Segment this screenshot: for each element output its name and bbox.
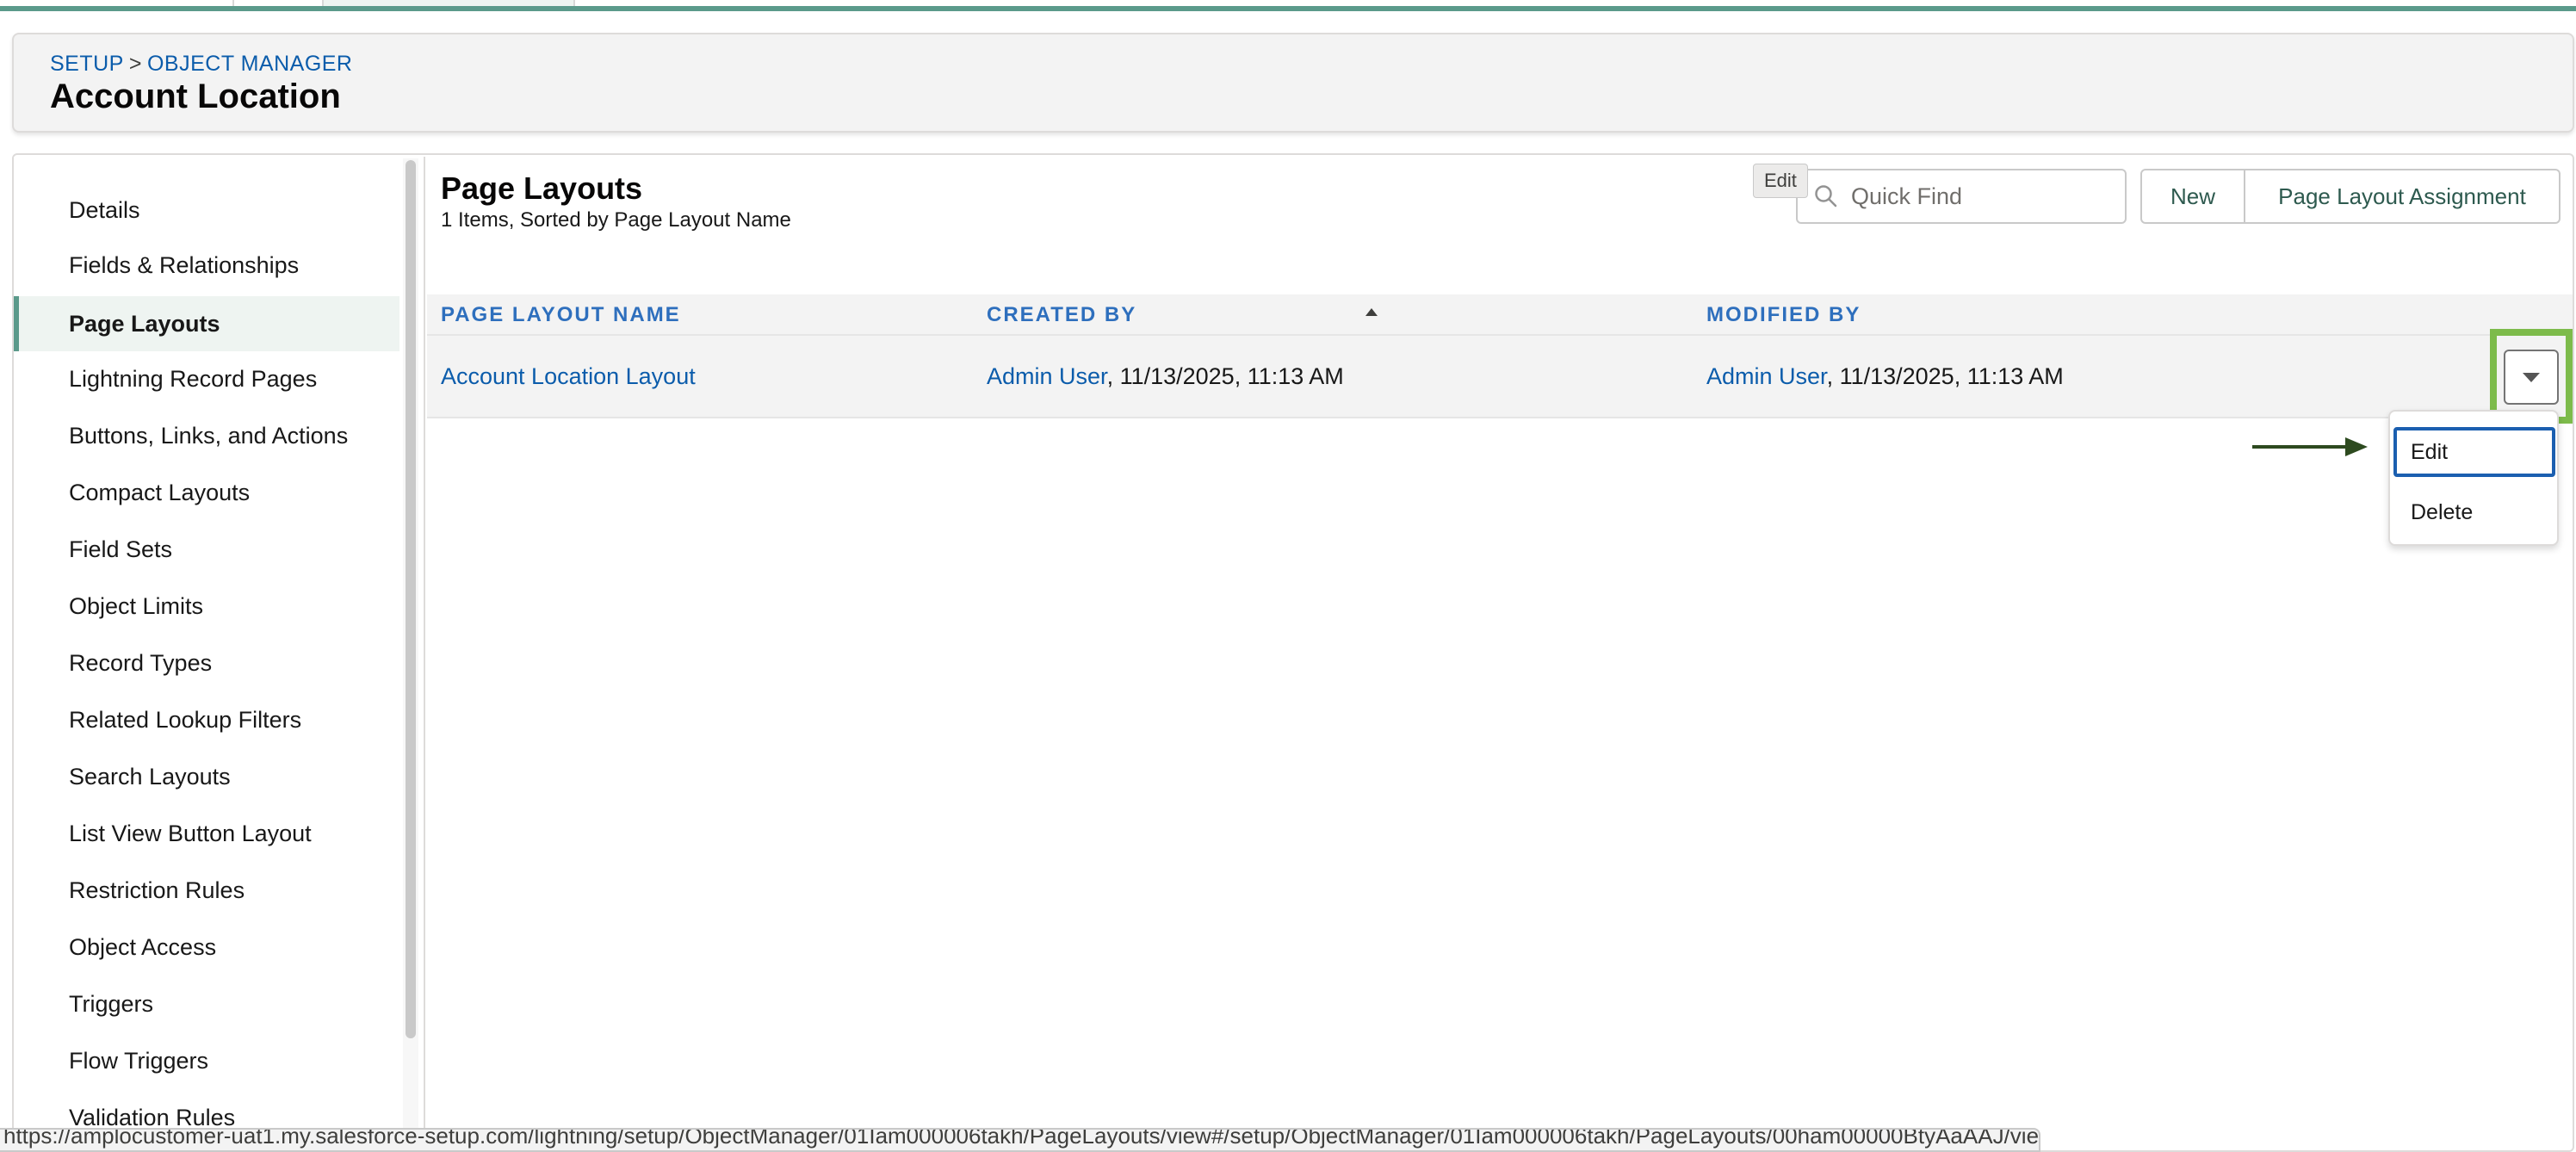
menu-item-delete[interactable]: Delete — [2393, 487, 2555, 537]
sidebar-item-list-view-button-layout[interactable]: List View Button Layout — [14, 806, 399, 861]
page-title: Account Location — [50, 77, 341, 115]
sidebar-item-record-types[interactable]: Record Types — [14, 635, 399, 691]
row-actions-button[interactable] — [2504, 350, 2559, 405]
breadcrumb-separator: > — [128, 52, 142, 76]
sidebar-item-field-sets[interactable]: Field Sets — [14, 522, 399, 577]
row-actions-menu: Edit Delete — [2388, 410, 2559, 546]
top-accent-line — [0, 6, 2576, 11]
browser-top-strip — [0, 0, 2576, 12]
sidebar-divider — [424, 157, 425, 1152]
table-row: Account Location Layout Admin User, 11/1… — [427, 336, 2573, 418]
sort-ascending-icon[interactable] — [1365, 308, 1378, 316]
sidebar-item-fields-relationships[interactable]: Fields & Relationships — [14, 238, 399, 293]
sidebar-item-triggers[interactable]: Triggers — [14, 976, 399, 1031]
sidebar-scrollbar[interactable] — [403, 158, 418, 1152]
breadcrumb-object-manager-link[interactable]: OBJECT MANAGER — [147, 52, 353, 76]
quick-find-field[interactable] — [1796, 169, 2127, 224]
sidebar-item-buttons-links-actions[interactable]: Buttons, Links, and Actions — [14, 408, 399, 463]
edit-tooltip: Edit — [1753, 164, 1808, 198]
sidebar-item-object-limits[interactable]: Object Limits — [14, 579, 399, 634]
content-subtitle: 1 Items, Sorted by Page Layout Name — [441, 208, 791, 232]
column-header-created-by[interactable]: CREATED BY — [987, 303, 1136, 327]
sidebar-item-restriction-rules[interactable]: Restriction Rules — [14, 863, 399, 918]
sidebar-item-object-access[interactable]: Object Access — [14, 920, 399, 975]
chevron-down-icon — [2523, 372, 2540, 382]
layout-name-cell: Account Location Layout — [441, 363, 696, 390]
sidebar-item-lightning-record-pages[interactable]: Lightning Record Pages — [14, 351, 399, 406]
created-by-cell: Admin User, 11/13/2025, 11:13 AM — [987, 363, 1344, 390]
page-layout-assignment-button[interactable]: Page Layout Assignment — [2245, 169, 2561, 224]
quick-find-input[interactable] — [1851, 183, 2109, 210]
status-bar-url: https://amplocustomer-uat1.my.salesforce… — [0, 1128, 2040, 1152]
breadcrumb-setup-link[interactable]: SETUP — [50, 52, 124, 76]
menu-item-edit[interactable]: Edit — [2393, 427, 2555, 477]
column-header-modified-by[interactable]: MODIFIED BY — [1706, 303, 1861, 327]
header-button-group: New Page Layout Assignment — [2140, 169, 2561, 224]
sidebar-item-related-lookup-filters[interactable]: Related Lookup Filters — [14, 692, 399, 747]
column-header-page-layout-name[interactable]: PAGE LAYOUT NAME — [441, 303, 681, 327]
modified-by-user-link[interactable]: Admin User — [1706, 363, 1827, 389]
sidebar-item-page-layouts[interactable]: Page Layouts — [14, 296, 399, 351]
sidebar-item-search-layouts[interactable]: Search Layouts — [14, 749, 399, 804]
created-by-user-link[interactable]: Admin User — [987, 363, 1107, 389]
modified-by-date: , 11/13/2025, 11:13 AM — [1826, 363, 2064, 389]
content-title: Page Layouts — [441, 170, 643, 206]
table-header: PAGE LAYOUT NAME CREATED BY MODIFIED BY — [427, 294, 2573, 336]
sidebar-item-flow-triggers[interactable]: Flow Triggers — [14, 1033, 399, 1088]
created-by-date: , 11/13/2025, 11:13 AM — [1106, 363, 1344, 389]
breadcrumb: SETUP > OBJECT MANAGER — [50, 52, 353, 77]
page-header: SETUP > OBJECT MANAGER Account Location — [12, 33, 2574, 133]
sidebar: Details Fields & Relationships Page Layo… — [14, 157, 399, 1152]
modified-by-cell: Admin User, 11/13/2025, 11:13 AM — [1706, 363, 2064, 390]
new-button[interactable]: New — [2140, 169, 2245, 224]
layout-name-link[interactable]: Account Location Layout — [441, 363, 696, 389]
scrollbar-thumb[interactable] — [406, 160, 416, 1038]
sidebar-item-compact-layouts[interactable]: Compact Layouts — [14, 465, 399, 520]
search-icon — [1813, 183, 1839, 209]
status-url-text: https://amplocustomer-uat1.my.salesforce… — [3, 1128, 2040, 1149]
pointer-arrow-icon — [2252, 437, 2368, 456]
sidebar-item-details[interactable]: Details — [14, 183, 399, 238]
